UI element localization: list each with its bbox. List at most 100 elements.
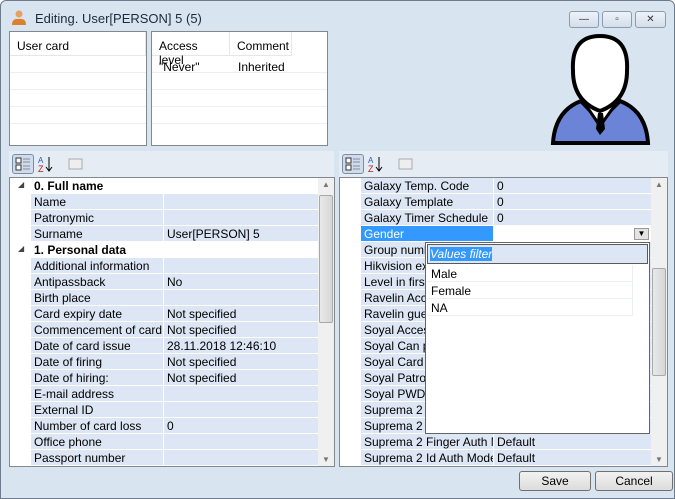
user-card-table[interactable]: User card: [9, 31, 147, 146]
category-label: 0. Full name: [31, 178, 318, 194]
collapse-icon[interactable]: ◢: [18, 180, 24, 189]
categorized-icon: [345, 157, 360, 171]
left-grid-scrollbar[interactable]: ▲ ▼: [318, 178, 334, 466]
cancel-button[interactable]: Cancel: [595, 471, 673, 491]
property-value[interactable]: [163, 210, 318, 226]
minimize-button[interactable]: —: [569, 11, 599, 28]
property-value[interactable]: 0: [493, 178, 651, 194]
property-name: Patronymic: [31, 210, 163, 226]
property-name: Additional information: [31, 258, 163, 274]
category-row[interactable]: ◢ 1. Personal data: [10, 242, 334, 258]
property-row[interactable]: Date of firing Not specified: [10, 354, 334, 370]
alphabetical-sort-button[interactable]: AZ: [36, 154, 58, 174]
maximize-button[interactable]: ▫: [602, 11, 632, 28]
property-pages-button[interactable]: [395, 154, 417, 174]
option-male[interactable]: Male: [427, 265, 633, 282]
property-value[interactable]: 28.11.2018 12:46:10: [163, 338, 318, 354]
property-row[interactable]: Gender ▼: [340, 226, 667, 242]
property-row[interactable]: Antipassback No: [10, 274, 334, 290]
property-row[interactable]: E-mail address: [10, 386, 334, 402]
property-row[interactable]: Date of card issue 28.11.2018 12:46:10: [10, 338, 334, 354]
property-name: Antipassback: [31, 274, 163, 290]
editing-window: Editing. User[PERSON] 5 (5) — ▫ ✕ User c…: [0, 0, 675, 499]
property-row[interactable]: Name: [10, 194, 334, 210]
sort-az-icon: AZ: [38, 156, 53, 174]
categorized-view-button[interactable]: [12, 154, 34, 174]
user-avatar: [550, 33, 651, 145]
property-row[interactable]: Galaxy Temp. Code 0: [340, 178, 667, 194]
property-value[interactable]: Default: [493, 450, 651, 466]
property-name: Galaxy Temp. Code: [361, 178, 493, 194]
property-row[interactable]: Number of card loss 0: [10, 418, 334, 434]
right-grid-toolbar: AZ: [339, 151, 668, 177]
property-row[interactable]: Surname User[PERSON] 5: [10, 226, 334, 242]
property-row[interactable]: Date of hiring: Not specified: [10, 370, 334, 386]
column-header-comment[interactable]: Comment: [230, 32, 292, 56]
property-value[interactable]: [163, 434, 318, 450]
property-value[interactable]: [163, 258, 318, 274]
column-header-user-card[interactable]: User card: [10, 32, 146, 56]
property-value[interactable]: [163, 402, 318, 418]
property-value[interactable]: Not specified: [163, 354, 318, 370]
property-value[interactable]: Not specified: [163, 370, 318, 386]
property-name: Office phone: [31, 434, 163, 450]
values-filter-input[interactable]: Values filter: [427, 244, 648, 264]
property-row[interactable]: Patronymic: [10, 210, 334, 226]
property-name: Suprema 2 Finger Auth Mode: [361, 434, 493, 450]
option-na[interactable]: NA: [427, 299, 633, 316]
property-name: Date of firing: [31, 354, 163, 370]
alphabetical-sort-button[interactable]: AZ: [366, 154, 388, 174]
access-level-table[interactable]: Access level Comment "Never" Inherited: [151, 31, 328, 146]
property-value[interactable]: User[PERSON] 5: [163, 226, 318, 242]
property-value[interactable]: [493, 226, 651, 242]
property-name: Name: [31, 194, 163, 210]
property-value[interactable]: [163, 290, 318, 306]
property-name: External ID: [31, 402, 163, 418]
svg-text:Z: Z: [38, 164, 44, 174]
right-grid-scrollbar[interactable]: ▲ ▼: [651, 178, 667, 466]
property-row[interactable]: Galaxy Template 0: [340, 194, 667, 210]
option-female[interactable]: Female: [427, 282, 633, 299]
property-row[interactable]: Passport number: [10, 450, 334, 466]
property-name: Gender: [361, 226, 493, 242]
property-row[interactable]: Suprema 2 Id Auth Mode Default: [340, 450, 667, 466]
property-value[interactable]: 0: [493, 210, 651, 226]
category-label: 1. Personal data: [31, 242, 318, 258]
property-row[interactable]: Office phone: [10, 434, 334, 450]
dropdown-arrow-icon[interactable]: ▼: [634, 228, 649, 240]
property-pages-button[interactable]: [65, 154, 87, 174]
property-row[interactable]: Card expiry date Not specified: [10, 306, 334, 322]
property-name: Suprema 2 Id Auth Mode: [361, 450, 493, 466]
left-property-grid[interactable]: Passport number Office phone Number of car…: [9, 177, 335, 467]
property-name: Birth place: [31, 290, 163, 306]
property-name: Surname: [31, 226, 163, 242]
property-value[interactable]: [163, 386, 318, 402]
column-header-access-level[interactable]: Access level: [152, 32, 230, 67]
property-row[interactable]: Galaxy Timer Schedule 0: [340, 210, 667, 226]
property-name: Date of hiring:: [31, 370, 163, 386]
property-value[interactable]: 0: [493, 194, 651, 210]
property-row[interactable]: External ID: [10, 402, 334, 418]
scrollbar-thumb[interactable]: [652, 268, 666, 376]
scrollbar-thumb[interactable]: [319, 195, 333, 323]
property-value[interactable]: Not specified: [163, 322, 318, 338]
property-row[interactable]: Birth place: [10, 290, 334, 306]
property-row[interactable]: Suprema 2 Finger Auth ModeDefault: [340, 434, 667, 450]
categorized-view-button[interactable]: [342, 154, 364, 174]
property-row[interactable]: Commencement of card Not specified: [10, 322, 334, 338]
property-pages-icon: [68, 158, 83, 170]
property-value[interactable]: 0: [163, 418, 318, 434]
close-button[interactable]: ✕: [635, 11, 666, 28]
property-value[interactable]: [163, 450, 318, 466]
gender-dropdown-list[interactable]: Values filter Male Female NA: [425, 242, 650, 434]
property-value[interactable]: Default: [493, 434, 651, 450]
left-grid-toolbar: AZ: [9, 151, 334, 177]
property-value[interactable]: No: [163, 274, 318, 290]
user-icon: [12, 10, 26, 25]
collapse-icon[interactable]: ◢: [18, 244, 24, 253]
property-row[interactable]: Additional information: [10, 258, 334, 274]
save-button[interactable]: Save: [519, 471, 591, 491]
category-row[interactable]: ◢ 0. Full name: [10, 178, 334, 194]
property-value[interactable]: Not specified: [163, 306, 318, 322]
property-value[interactable]: [163, 194, 318, 210]
